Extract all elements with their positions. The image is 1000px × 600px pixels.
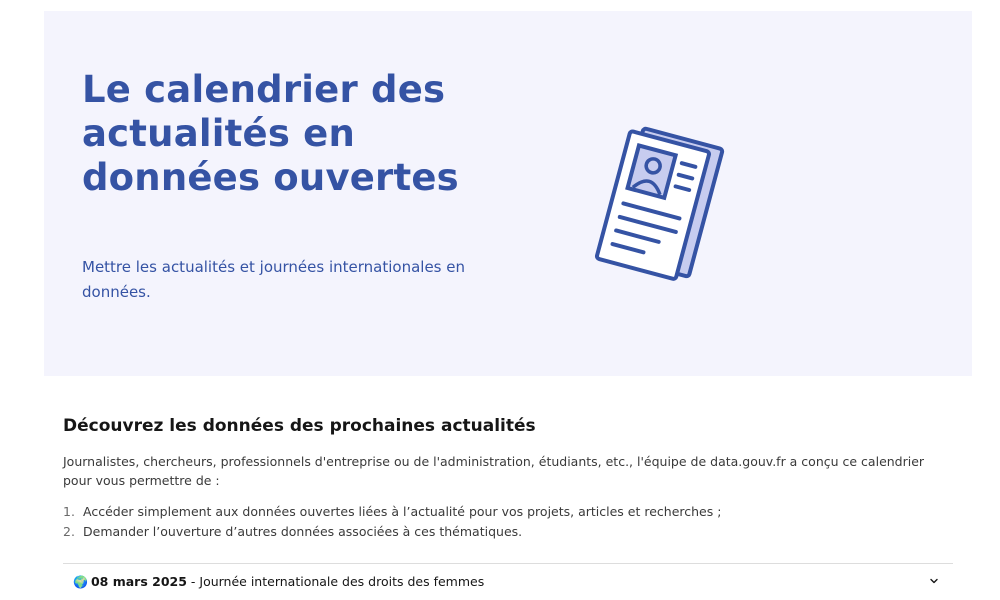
list-item: 2. Demander l’ouverture d’autres données… [63,522,953,542]
page-title-line-3: données ouvertes [82,156,459,199]
section-intro: Journalistes, chercheurs, professionnels… [63,454,925,488]
event-accordion-item[interactable]: 🌍 08 mars 2025 - Journée internationale d… [63,563,953,600]
newspaper-icon [594,126,725,281]
list-item-number: 2. [63,524,75,539]
event-date: 08 mars 2025 [90,574,187,589]
chevron-down-icon[interactable] [929,576,939,586]
list-item-text: Demander l’ouverture d’autres données as… [83,524,523,539]
event-title: - Journée internationale des droits des … [186,574,485,589]
world-globe-icon: 🌍 [73,575,88,589]
hero-banner: Le calendrier des actualités en données … [44,11,972,376]
steps-list: 1. Accéder simplement aux données ouvert… [63,502,953,542]
hero-description: Mettre les actualités et journées intern… [82,258,465,301]
list-item: 1. Accéder simplement aux données ouvert… [63,502,953,522]
section-title: Découvrez les données des prochaines act… [63,416,536,436]
list-item-text: Accéder simplement aux données ouvertes … [83,504,722,519]
page-title-line-2: actualités en [82,112,355,155]
upcoming-news-section: Découvrez les données des prochaines act… [63,412,953,542]
event-accordion-label: 🌍 08 mars 2025 - Journée internationale d… [73,574,484,589]
page-title-line-1: Le calendrier des [82,68,446,111]
list-item-number: 1. [63,504,75,519]
page-title: Le calendrier des actualités en données … [82,68,522,200]
